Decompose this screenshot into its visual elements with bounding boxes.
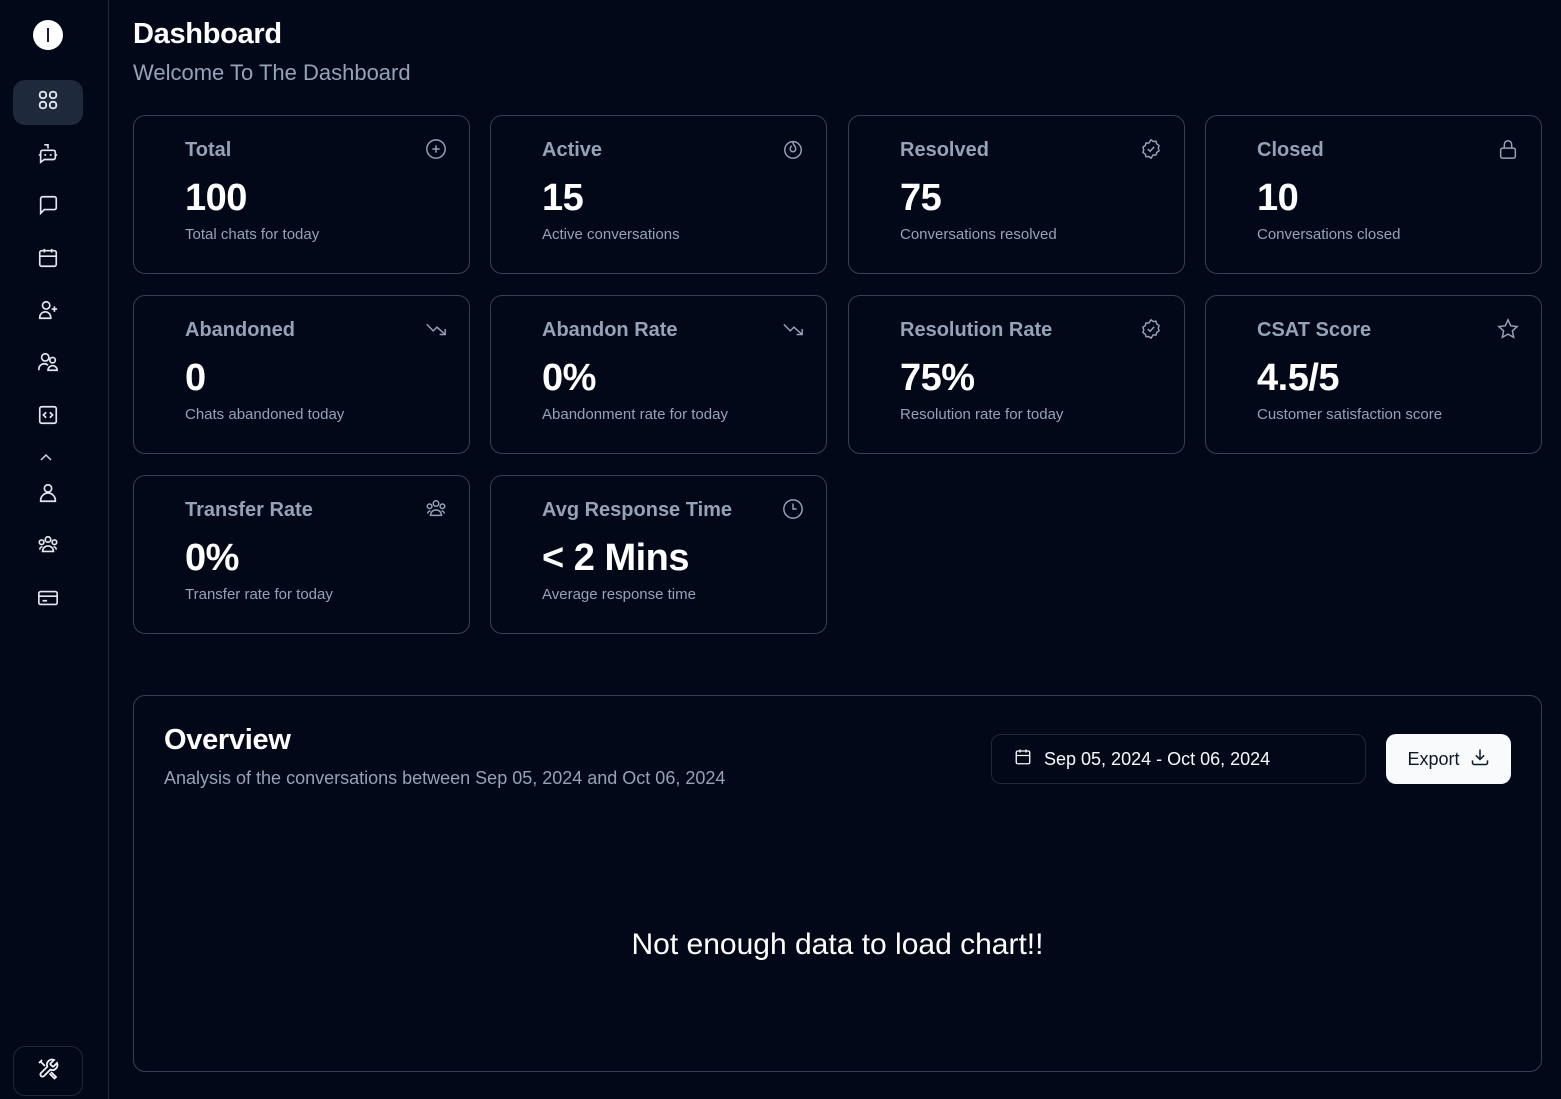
card-value: 10 [1257, 177, 1299, 219]
card-description: Conversations resolved [900, 226, 1057, 243]
card-label: Resolved [900, 139, 989, 161]
grid-icon [37, 89, 59, 116]
stat-card-resolved: Resolved 75 Conversations resolved [848, 115, 1185, 274]
card-label: Resolution Rate [900, 319, 1053, 341]
card-value: 100 [185, 177, 247, 219]
overview-title: Overview [164, 724, 291, 756]
users-icon [37, 351, 59, 378]
sidebar-item-embed-code[interactable] [13, 395, 83, 440]
sidebar-item-bot[interactable] [13, 134, 83, 179]
stat-card-resolution-rate: Resolution Rate 75% Resolution rate for … [848, 295, 1185, 454]
export-label: Export [1407, 748, 1460, 769]
card-label: CSAT Score [1257, 319, 1372, 341]
card-label: Abandon Rate [542, 319, 678, 341]
card-label: Active [542, 139, 603, 161]
stat-card-active: Active 15 Active conversations [490, 115, 827, 274]
sidebar-item-chats[interactable] [13, 185, 83, 230]
code-square-icon [37, 404, 59, 431]
chevron-up-icon [39, 450, 53, 468]
card-label: Avg Response Time [542, 499, 733, 521]
overview-subtitle: Analysis of the conversations between Se… [164, 768, 726, 788]
trending-down-icon [782, 318, 804, 340]
sidebar-item-calendar[interactable] [13, 238, 83, 283]
card-description: Chats abandoned today [185, 406, 345, 423]
card-value: 0 [185, 357, 206, 399]
stat-card-closed: Closed 10 Conversations closed [1205, 115, 1542, 274]
sidebar-item-users[interactable] [13, 342, 83, 387]
sidebar-collapse-toggle[interactable] [36, 452, 56, 466]
sidebar-item-add-user[interactable] [13, 290, 83, 335]
date-range-value: Sep 05, 2024 - Oct 06, 2024 [1044, 748, 1271, 769]
credit-card-icon [37, 587, 59, 614]
badge-check-icon [1140, 318, 1162, 340]
card-label: Closed [1257, 139, 1324, 161]
trending-down-icon [425, 318, 447, 340]
card-value: 15 [542, 177, 584, 219]
lock-icon [1497, 138, 1519, 160]
app-logo[interactable] [33, 20, 63, 50]
download-icon [1470, 747, 1490, 772]
sidebar [0, 0, 109, 1099]
card-description: Conversations closed [1257, 226, 1401, 243]
stat-card-abandoned: Abandoned 0 Chats abandoned today [133, 295, 470, 454]
plus-circle-icon [425, 138, 447, 160]
user-icon [37, 482, 59, 509]
team-icon [37, 534, 59, 561]
user-plus-icon [37, 299, 59, 326]
card-description: Active conversations [542, 226, 680, 243]
stat-card-csat-score: CSAT Score 4.5/5 Customer satisfaction s… [1205, 295, 1542, 454]
stat-card-transfer-rate: Transfer Rate 0% Transfer rate for today [133, 475, 470, 634]
sidebar-item-billing[interactable] [13, 578, 83, 623]
clock-icon [782, 498, 804, 520]
card-value: 0% [542, 357, 596, 399]
card-value: 4.5/5 [1257, 357, 1340, 399]
logo-mark [47, 28, 49, 42]
card-description: Abandonment rate for today [542, 406, 728, 423]
card-value: 0% [185, 537, 239, 579]
sidebar-item-profile[interactable] [13, 473, 83, 518]
card-description: Average response time [542, 586, 696, 603]
stat-card-abandon-rate: Abandon Rate 0% Abandonment rate for tod… [490, 295, 827, 454]
chat-bubble-icon [37, 194, 59, 221]
date-range-picker[interactable]: Sep 05, 2024 - Oct 06, 2024 [991, 734, 1366, 784]
card-label: Transfer Rate [185, 499, 313, 521]
overview-panel: Overview Analysis of the conversations b… [133, 695, 1542, 1072]
card-value: 75% [900, 357, 975, 399]
sidebar-item-teams[interactable] [13, 525, 83, 570]
stat-card-total: Total 100 Total chats for today [133, 115, 470, 274]
card-description: Total chats for today [185, 226, 320, 243]
tools-icon [36, 1057, 60, 1086]
chart-empty-message: Not enough data to load chart!! [631, 928, 1044, 961]
calendar-icon [1014, 748, 1032, 771]
card-description: Transfer rate for today [185, 586, 333, 603]
card-value: < 2 Mins [542, 537, 690, 579]
export-button[interactable]: Export [1386, 734, 1511, 784]
flame-icon [782, 138, 804, 160]
bot-icon [37, 143, 59, 170]
stat-card-avg-response-time: Avg Response Time < 2 Mins Average respo… [490, 475, 827, 634]
card-value: 75 [900, 177, 942, 219]
calendar-icon [37, 247, 59, 274]
card-label: Abandoned [185, 319, 295, 341]
card-description: Resolution rate for today [900, 406, 1064, 423]
card-description: Customer satisfaction score [1257, 406, 1443, 423]
card-label: Total [185, 139, 232, 161]
team-icon [425, 498, 447, 520]
page-subtitle: Welcome To The Dashboard [133, 60, 411, 85]
tools-button[interactable] [13, 1046, 83, 1096]
sidebar-item-dashboard[interactable] [13, 80, 83, 125]
badge-check-icon [1140, 138, 1162, 160]
star-icon [1497, 318, 1519, 340]
page-title: Dashboard [133, 18, 282, 50]
